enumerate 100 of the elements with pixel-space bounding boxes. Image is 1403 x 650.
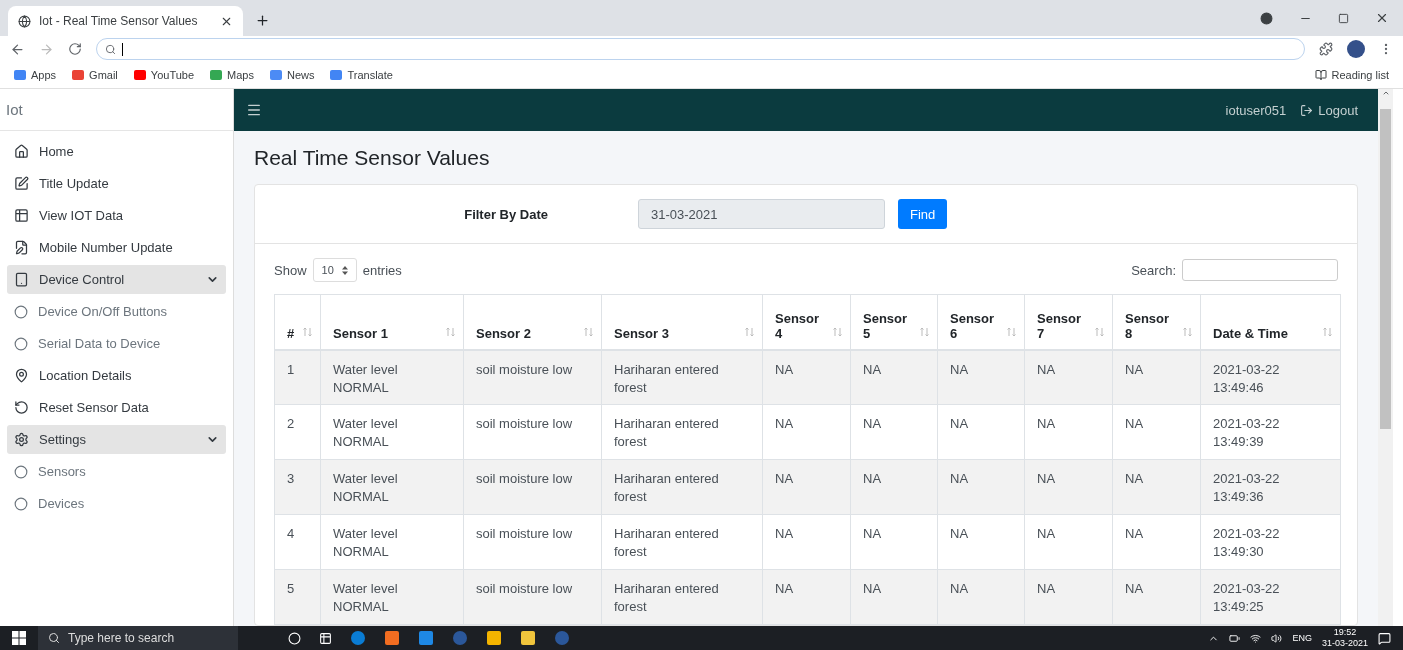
nav-item[interactable]: Sensors — [7, 457, 226, 486]
column-header[interactable]: Sensor 6 — [937, 294, 1025, 350]
bookmark[interactable]: Gmail — [72, 69, 118, 81]
column-header[interactable]: Sensor 1 — [320, 294, 464, 350]
sort-icon — [920, 326, 929, 337]
bookmark[interactable]: Maps — [210, 69, 254, 81]
table-cell: Hariharan entered forest — [601, 404, 763, 460]
close-icon[interactable] — [1375, 11, 1389, 25]
language-indicator[interactable]: ENG — [1292, 633, 1312, 643]
table-cell: NA — [937, 459, 1025, 515]
nav-item[interactable]: Location Details — [7, 361, 226, 390]
app-icon[interactable] — [384, 630, 400, 646]
reload-icon[interactable] — [68, 42, 82, 56]
browser-tab[interactable]: Iot - Real Time Sensor Values — [8, 6, 243, 36]
circle-icon — [14, 304, 28, 319]
circle-icon — [14, 496, 28, 511]
table-cell: NA — [762, 459, 851, 515]
clock[interactable]: 19:52 31-03-2021 — [1321, 627, 1368, 649]
bookmark-icon — [330, 70, 343, 80]
bookmark[interactable]: Apps — [14, 69, 57, 81]
nav-item[interactable]: View IOT Data — [7, 201, 226, 230]
table-cell: NA — [850, 459, 938, 515]
bookmark[interactable]: News — [269, 69, 315, 81]
column-header[interactable]: Sensor 8 — [1112, 294, 1201, 350]
sort-icon — [1007, 326, 1016, 337]
maximize-icon[interactable] — [1338, 12, 1349, 24]
table-cell: 2021-03-22 13:49:46 — [1200, 349, 1341, 405]
book-icon — [1314, 69, 1327, 81]
bookmark[interactable]: YouTube — [133, 69, 195, 81]
settings-icon — [14, 432, 29, 447]
nav-item[interactable]: Title Update — [7, 169, 226, 198]
column-header[interactable]: Sensor 7 — [1024, 294, 1113, 350]
table-cell: NA — [850, 349, 938, 405]
app-icon[interactable] — [486, 630, 502, 646]
nav-group[interactable]: Settings — [7, 425, 226, 454]
bookmark-icon — [269, 70, 282, 80]
task-view-icon[interactable] — [319, 631, 332, 645]
volume-icon[interactable] — [1271, 632, 1283, 644]
table-cell: 2021-03-22 13:49:36 — [1200, 459, 1341, 515]
table-cell: Hariharan entered forest — [601, 514, 763, 570]
column-header[interactable]: # — [274, 294, 321, 350]
search-icon — [105, 43, 116, 55]
sort-icon — [446, 326, 455, 337]
reading-list-button[interactable]: Reading list — [1314, 69, 1389, 81]
scroll-up-icon[interactable] — [1381, 89, 1390, 97]
table-cell: Water level NORMAL — [320, 514, 464, 570]
notification-icon[interactable] — [1378, 631, 1391, 645]
nav-item[interactable]: Device On/Off Buttons — [7, 297, 226, 326]
table-cell: NA — [1112, 459, 1201, 515]
sort-icon — [1183, 326, 1192, 337]
table-cell: 2021-03-22 13:49:30 — [1200, 514, 1341, 570]
profile-icon[interactable] — [1260, 11, 1273, 25]
windows-icon[interactable] — [12, 631, 26, 645]
table-cell: soil moisture low — [463, 404, 602, 460]
column-header[interactable]: Date & Time — [1200, 294, 1341, 350]
table-cell: NA — [1024, 404, 1113, 460]
avatar[interactable] — [1347, 40, 1365, 58]
table-cell: 2021-03-22 13:49:39 — [1200, 404, 1341, 460]
nav-item[interactable]: Reset Sensor Data — [7, 393, 226, 422]
battery-icon[interactable] — [1229, 632, 1241, 644]
table-icon — [14, 208, 29, 223]
app-icon[interactable] — [520, 630, 536, 646]
edit-icon — [14, 240, 29, 255]
nav-item[interactable]: Devices — [7, 489, 226, 518]
bookmark-icon — [133, 70, 146, 80]
nav-item[interactable]: Home — [7, 137, 226, 166]
menu-icon[interactable] — [246, 102, 262, 118]
date-field[interactable]: 31-03-2021 — [638, 199, 885, 229]
table-cell: 4 — [274, 514, 321, 570]
table-cell: Hariharan entered forest — [601, 569, 763, 625]
table-cell: Water level NORMAL — [320, 569, 464, 625]
table-cell: soil moisture low — [463, 459, 602, 515]
table-cell: Water level NORMAL — [320, 349, 464, 405]
nav-item[interactable]: Mobile Number Update — [7, 233, 226, 262]
table-cell: Water level NORMAL — [320, 459, 464, 515]
taskbar-search-field[interactable]: Type here to search — [38, 626, 238, 650]
sort-icon — [745, 326, 754, 337]
nav-group[interactable]: Device Control — [7, 265, 226, 294]
page-size-select[interactable]: 10 — [312, 258, 357, 282]
column-header[interactable]: Sensor 5 — [850, 294, 938, 350]
column-header[interactable]: Sensor 2 — [463, 294, 602, 350]
wifi-icon[interactable] — [1250, 632, 1262, 644]
cortana-icon[interactable] — [288, 631, 301, 645]
table-cell: NA — [1024, 569, 1113, 625]
extensions-icon[interactable] — [1319, 42, 1333, 56]
search-field[interactable] — [1182, 259, 1338, 281]
new-tab-icon[interactable] — [255, 13, 270, 28]
table-cell: NA — [937, 569, 1025, 625]
table-cell: NA — [1112, 514, 1201, 570]
find-button[interactable]: Find — [898, 199, 948, 229]
scrollbar[interactable] — [1378, 89, 1393, 626]
table-cell: soil moisture low — [463, 514, 602, 570]
bookmark[interactable]: Translate — [330, 69, 393, 81]
updown-icon — [341, 265, 348, 275]
column-header[interactable]: Sensor 3 — [601, 294, 763, 350]
column-header[interactable]: Sensor 4 — [762, 294, 851, 350]
back-icon[interactable] — [10, 41, 25, 57]
logout-link[interactable]: Logout — [1300, 102, 1358, 118]
nav-item[interactable]: Serial Data to Device — [7, 329, 226, 358]
app-icon[interactable] — [418, 630, 434, 646]
